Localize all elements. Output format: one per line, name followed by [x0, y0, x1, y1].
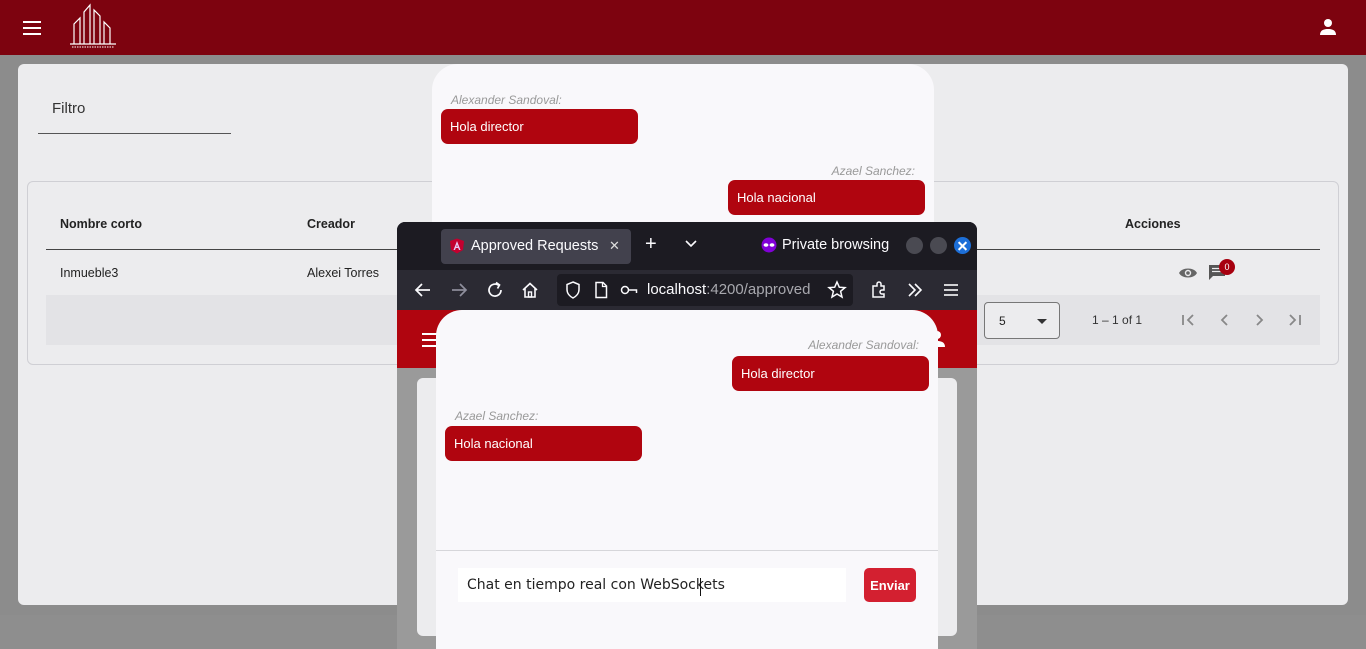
- extensions-icon[interactable]: [869, 280, 889, 300]
- url-path: :4200/approved: [706, 281, 811, 298]
- hamburger-menu-icon[interactable]: [941, 280, 961, 300]
- filter-field[interactable]: Filtro: [38, 92, 231, 134]
- tab-title: Approved Requests: [471, 238, 599, 254]
- text-cursor: [700, 578, 701, 596]
- message-sender: Alexander Sandoval:: [451, 93, 562, 107]
- tab-strip: Approved Requests ✕ + Private browsing: [397, 222, 977, 270]
- filter-label: Filtro: [52, 100, 86, 117]
- window-close-icon[interactable]: [954, 237, 971, 254]
- eye-icon[interactable]: [1178, 266, 1198, 280]
- shield-icon[interactable]: [563, 280, 583, 300]
- private-browsing-icon: [761, 237, 777, 253]
- url-text[interactable]: localhost:4200/approved: [647, 281, 810, 298]
- message-input[interactable]: [458, 568, 846, 602]
- cell-nombre-corto: Inmueble3: [60, 266, 119, 280]
- private-browsing-label: Private browsing: [782, 237, 890, 253]
- maximize-icon[interactable]: [930, 237, 947, 254]
- plus-icon[interactable]: +: [645, 234, 657, 254]
- close-icon[interactable]: ✕: [609, 238, 620, 254]
- tab-approved-requests[interactable]: Approved Requests ✕: [441, 229, 631, 264]
- cell-creador: Alexei Torres: [307, 266, 380, 280]
- chat-badge: 0: [1219, 259, 1235, 275]
- minimize-icon[interactable]: [906, 237, 923, 254]
- app-toolbar: [0, 0, 1366, 55]
- page-size-value: 5: [999, 314, 1006, 328]
- star-icon[interactable]: [827, 280, 847, 300]
- send-button[interactable]: Enviar: [864, 568, 916, 602]
- first-page-icon[interactable]: [1177, 309, 1199, 331]
- message-bubble: Hola nacional: [445, 426, 642, 461]
- message-sender: Azael Sanchez:: [831, 164, 915, 178]
- chevron-down-icon[interactable]: [685, 238, 697, 250]
- page-size-select[interactable]: 5: [984, 302, 1060, 339]
- last-page-icon[interactable]: [1284, 309, 1306, 331]
- key-icon[interactable]: [619, 280, 639, 300]
- overflow-icon[interactable]: [905, 280, 925, 300]
- account-icon[interactable]: [1316, 15, 1340, 39]
- message-bubble: Hola director: [441, 109, 638, 144]
- message-bubble: Hola nacional: [728, 180, 925, 215]
- divider: [436, 550, 938, 551]
- reload-icon[interactable]: [485, 280, 505, 300]
- page-range-label: 1 – 1 of 1: [1092, 313, 1143, 327]
- building-logo: [70, 3, 116, 48]
- angular-icon: [450, 238, 464, 254]
- message-sender: Alexander Sandoval:: [808, 338, 919, 352]
- url-host: localhost: [647, 281, 707, 298]
- header-acciones: Acciones: [1125, 217, 1181, 231]
- message-bubble: Hola director: [732, 356, 929, 391]
- previous-page-icon[interactable]: [1213, 309, 1235, 331]
- row-actions: 0: [1178, 259, 1238, 285]
- url-bar[interactable]: localhost:4200/approved: [557, 274, 853, 306]
- chat-panel-private: Alexander Sandoval: Hola director Azael …: [436, 310, 938, 649]
- navigation-bar: localhost:4200/approved: [397, 270, 977, 310]
- next-page-icon[interactable]: [1249, 309, 1271, 331]
- header-nombre-corto: Nombre corto: [60, 217, 142, 231]
- page-icon[interactable]: [591, 280, 611, 300]
- chevron-down-icon: [1037, 319, 1047, 324]
- back-icon[interactable]: [413, 280, 433, 300]
- forward-icon[interactable]: [449, 280, 469, 300]
- home-icon[interactable]: [520, 280, 540, 300]
- message-sender: Azael Sanchez:: [455, 409, 539, 423]
- header-creador: Creador: [307, 217, 355, 231]
- menu-icon[interactable]: [18, 14, 46, 42]
